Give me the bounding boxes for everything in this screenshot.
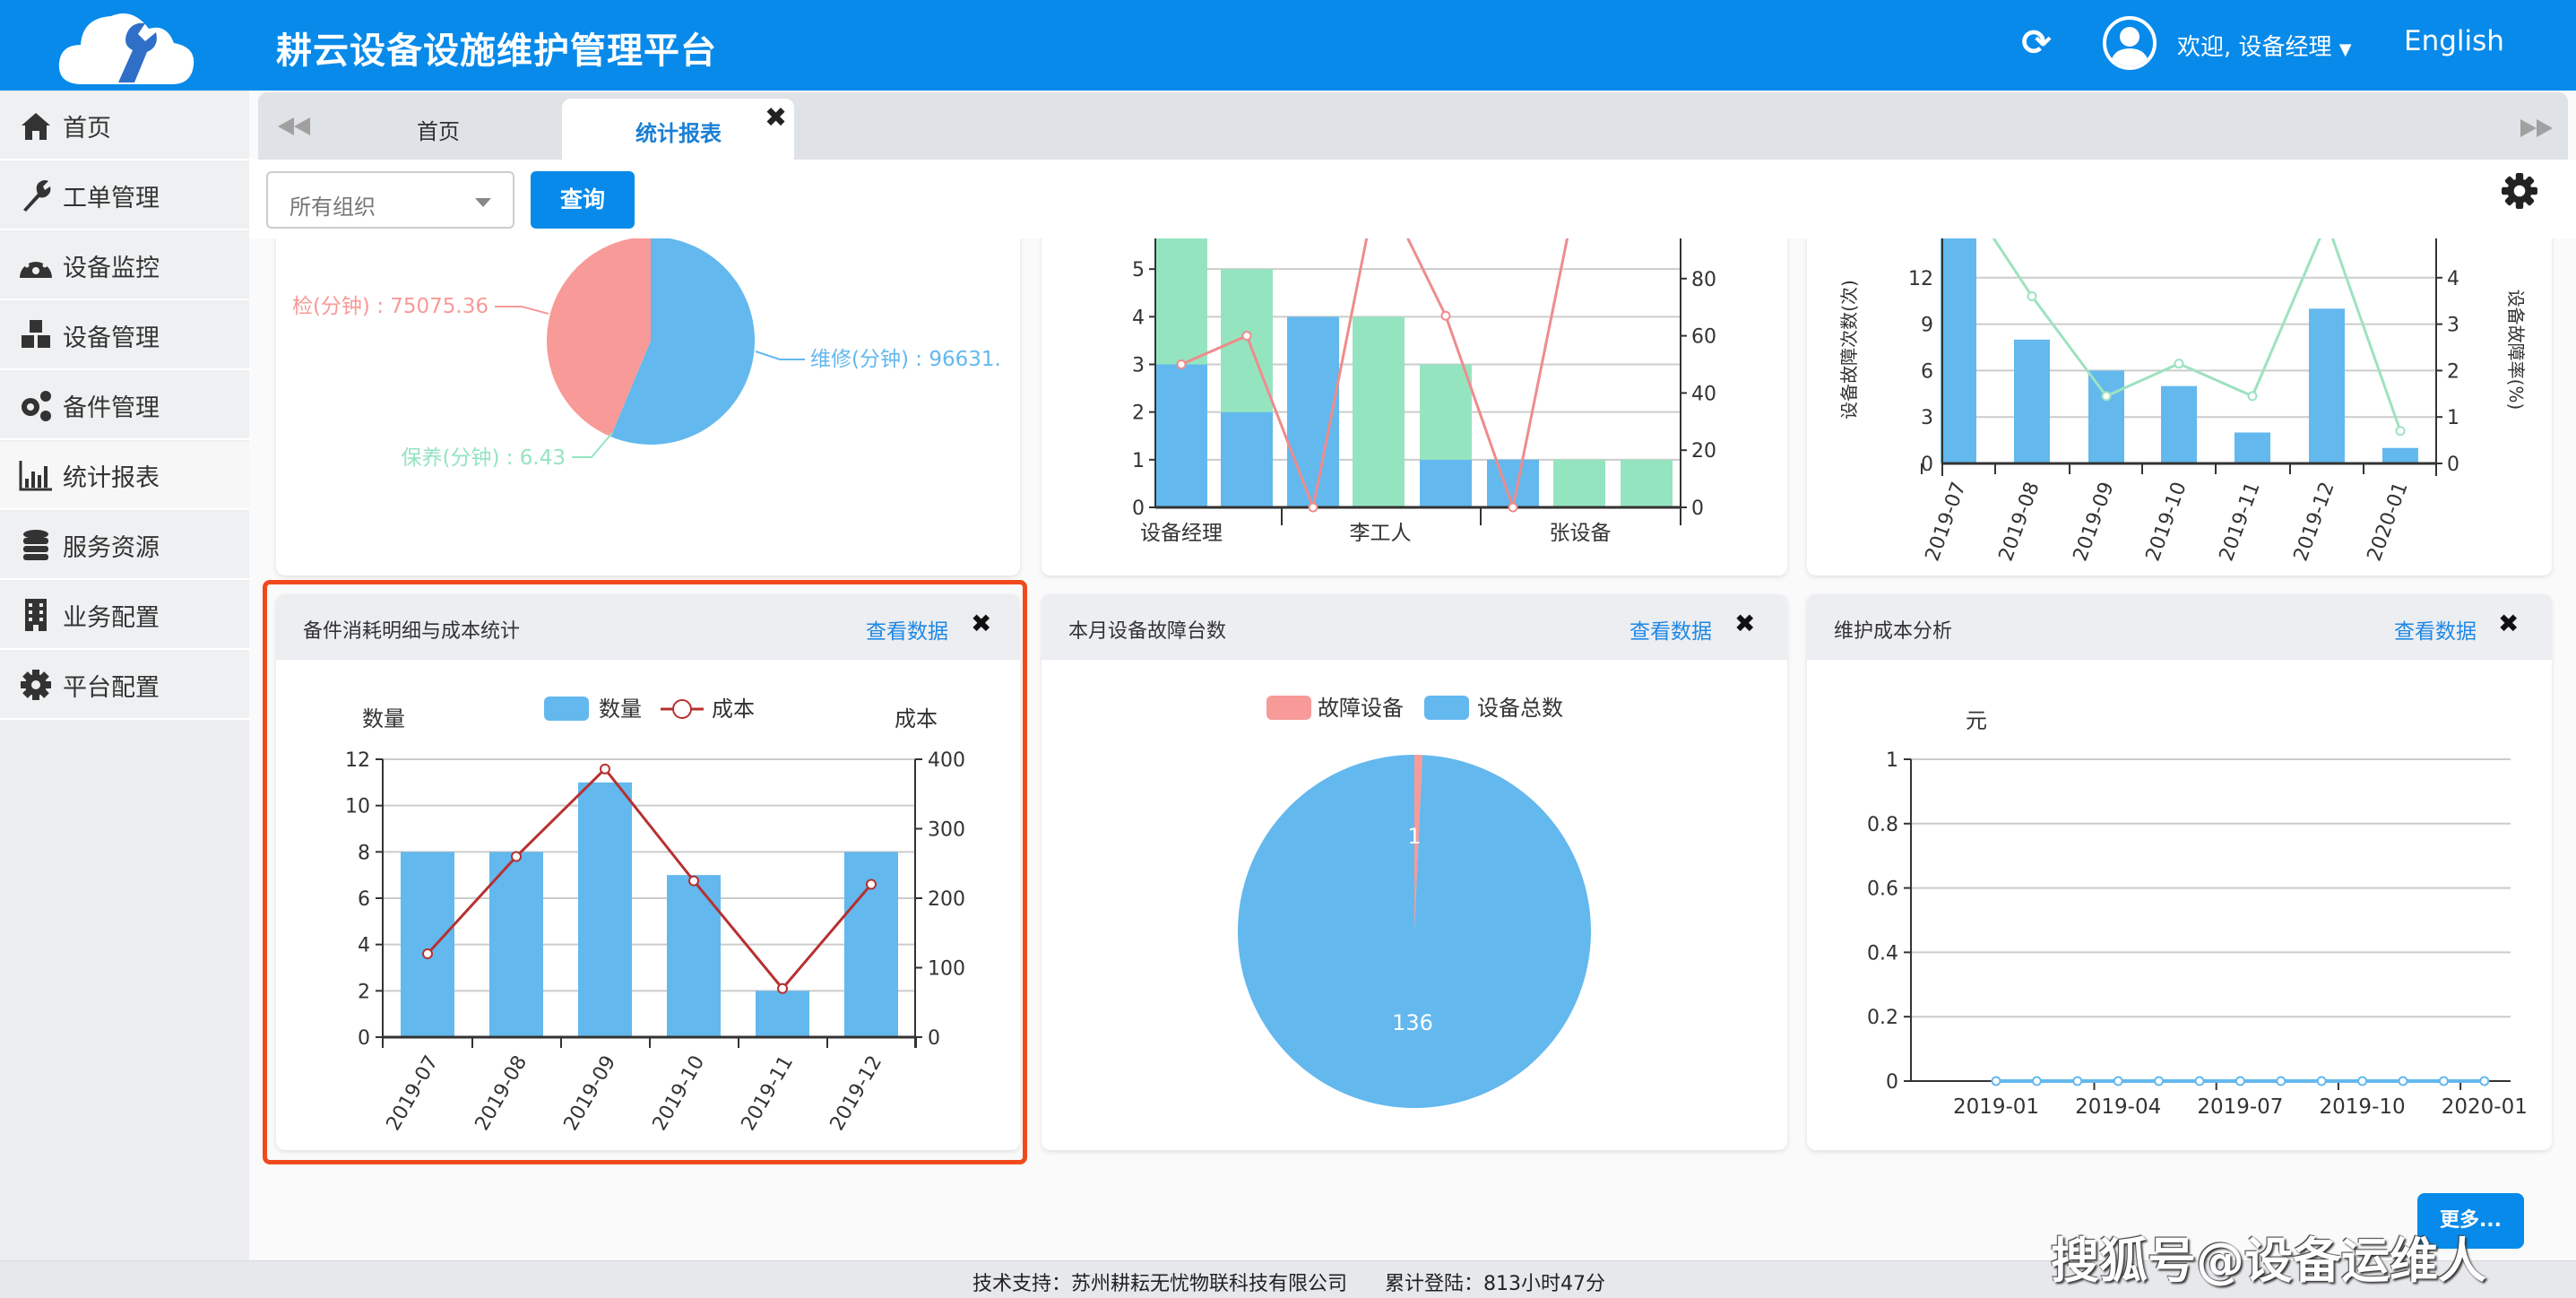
sidebar-item-label: 统计报表 — [63, 463, 160, 492]
wrench-icon — [23, 180, 51, 212]
bar-chart-icon — [19, 461, 52, 491]
sidebar-item-0[interactable]: 首页 — [0, 92, 249, 160]
card-fault-trend — [1807, 224, 2552, 575]
welcome-text: 欢迎, 设备经理 — [2177, 34, 2332, 61]
select-value: 所有组织 — [290, 195, 376, 220]
sidebar-item-label: 备件管理 — [63, 394, 160, 422]
sidebar-item-label: 平台配置 — [63, 673, 160, 702]
card-title: 维护成本分析 — [1834, 620, 1953, 643]
card-time-pie — [276, 224, 1020, 575]
scroll-left-icon[interactable] — [278, 117, 310, 135]
sidebar-item-1[interactable]: 工单管理 — [0, 162, 249, 230]
dashboard-icon — [20, 255, 52, 278]
tab-home[interactable]: 首页 — [417, 114, 460, 145]
close-card-icon[interactable]: ✖ — [1734, 609, 1755, 638]
app-title: 耕云设备设施维护管理平台 — [276, 30, 717, 72]
refresh-icon[interactable]: ⟳ — [2018, 23, 2054, 63]
sidebar-item-8[interactable]: 平台配置 — [0, 652, 249, 720]
organization-select[interactable]: 所有组织 — [266, 171, 514, 229]
sidebar-item-6[interactable]: 服务资源 — [0, 512, 249, 580]
sidebar: 首页工单管理设备监控设备管理备件管理统计报表服务资源业务配置平台配置 — [0, 91, 249, 1260]
view-data-link[interactable]: 查看数据 — [2394, 614, 2477, 645]
home-icon — [22, 113, 50, 140]
gears-icon — [22, 391, 51, 421]
sidebar-item-label: 设备管理 — [63, 324, 160, 352]
sidebar-item-label: 首页 — [63, 114, 111, 143]
user-menu[interactable]: 欢迎, 设备经理 ▼ — [2177, 29, 2352, 62]
settings-gear-icon[interactable] — [2501, 172, 2538, 210]
view-data-link[interactable]: 查看数据 — [1629, 614, 1712, 645]
sidebar-item-2[interactable]: 设备监控 — [0, 232, 249, 300]
close-tab-icon[interactable]: ✖ — [765, 102, 787, 134]
sidebar-item-5[interactable]: 统计报表 — [0, 442, 249, 510]
card-person-stats — [1042, 224, 1787, 575]
sidebar-item-3[interactable]: 设备管理 — [0, 302, 249, 370]
query-button[interactable]: 查询 — [531, 171, 635, 229]
building-icon — [25, 599, 47, 631]
tab-label: 统计报表 — [635, 121, 722, 146]
card-header: 本月设备故障台数 查看数据 ✖ — [1042, 594, 1787, 660]
gear-icon — [21, 670, 51, 700]
top-header: 耕云设备设施维护管理平台 ⟳ 欢迎, 设备经理 ▼ English — [0, 0, 2576, 91]
database-icon — [23, 530, 48, 560]
card-header: 维护成本分析 查看数据 ✖ — [1807, 594, 2552, 660]
sidebar-item-label: 工单管理 — [63, 184, 160, 212]
sidebar-item-4[interactable]: 备件管理 — [0, 372, 249, 440]
sidebar-item-label: 业务配置 — [63, 603, 160, 632]
tech-support-text: 技术支持：苏州耕耘无忧物联科技有限公司 — [972, 1273, 1348, 1295]
card-title: 本月设备故障台数 — [1068, 620, 1227, 643]
scroll-right-icon[interactable] — [2520, 119, 2553, 137]
login-time-text: 累计登陆：813小时47分 — [1384, 1273, 1605, 1295]
cloud-wrench-logo-icon — [58, 13, 194, 85]
user-icon — [2110, 27, 2149, 66]
sidebar-item-label: 服务资源 — [63, 533, 160, 562]
avatar[interactable] — [2103, 16, 2157, 70]
card-maintenance-cost: 维护成本分析 查看数据 ✖ — [1807, 594, 2552, 1150]
close-card-icon[interactable]: ✖ — [2498, 609, 2519, 638]
caret-down-icon — [475, 198, 491, 207]
sidebar-item-label: 设备监控 — [63, 254, 160, 282]
highlight-outline — [263, 580, 1027, 1164]
caret-down-icon: ▼ — [2338, 40, 2352, 59]
card-monthly-faults: 本月设备故障台数 查看数据 ✖ — [1042, 594, 1787, 1150]
cubes-icon — [22, 320, 50, 348]
language-switch[interactable]: English — [2404, 25, 2504, 57]
watermark: 搜狐号@设备运维人 — [2051, 1233, 2486, 1289]
sidebar-item-7[interactable]: 业务配置 — [0, 582, 249, 650]
tab-statistics[interactable]: 统计报表 ✖ — [562, 99, 794, 160]
